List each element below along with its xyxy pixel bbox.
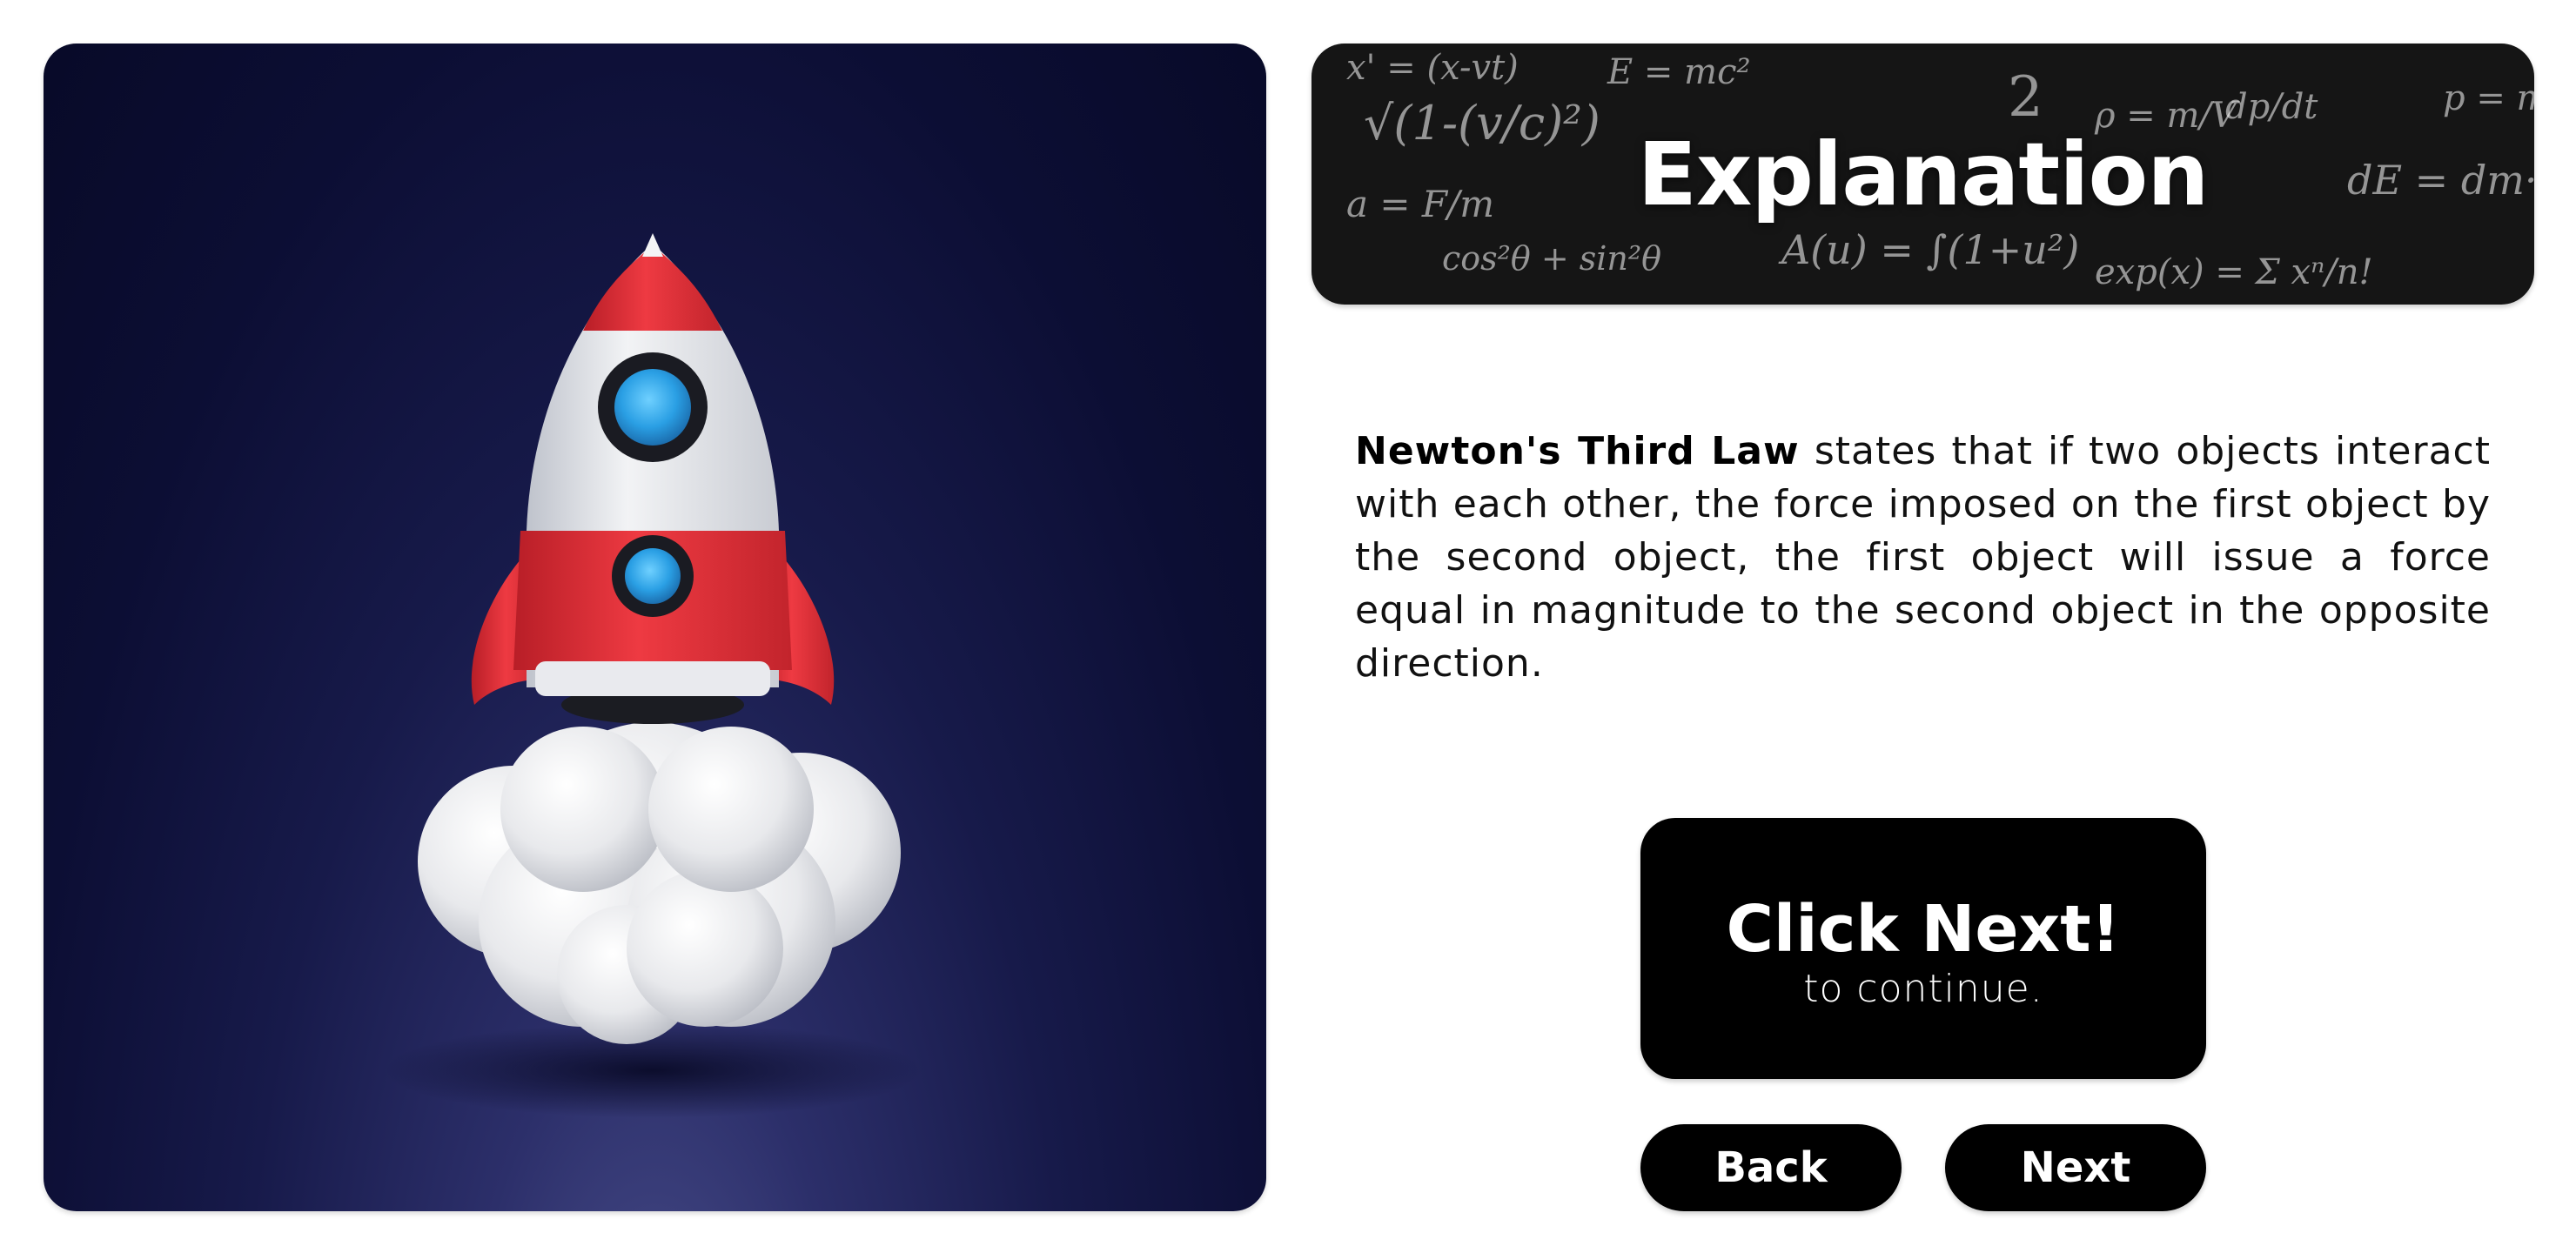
smoke-cloud (418, 722, 901, 1044)
explanation-text: Newton's Third Law states that if two ob… (1355, 425, 2491, 690)
rocket-illustration (383, 233, 922, 1118)
click-next-callout: Click Next! to continue. (1640, 818, 2206, 1079)
page-title: Explanation (1637, 123, 2210, 225)
back-button[interactable]: Back (1640, 1124, 1902, 1211)
law-term: Newton's Third Law (1355, 429, 1800, 473)
rocket-illustration-panel (44, 44, 1266, 1211)
explanation-banner: x' = (x-vt) √(1-(v/c)²) E = mc² dE = dm·… (1311, 44, 2534, 305)
callout-subtitle: to continue. (1803, 967, 2043, 1011)
callout-title: Click Next! (1726, 892, 2121, 967)
next-button[interactable]: Next (1945, 1124, 2206, 1211)
